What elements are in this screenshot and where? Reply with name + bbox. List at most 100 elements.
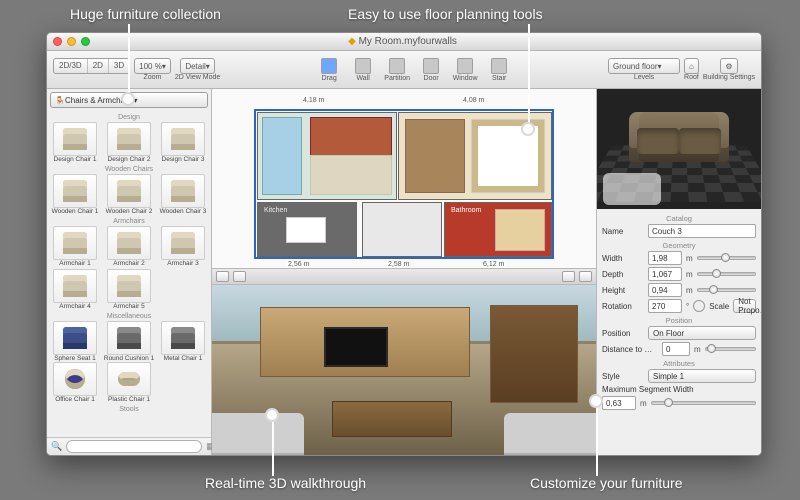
depth-label: Depth bbox=[602, 270, 644, 279]
view-2d3d[interactable]: 2D/3D bbox=[54, 59, 88, 73]
distance-field[interactable]: 0 bbox=[662, 342, 690, 356]
center-area: Kitchen Bathroom 4,18 m 4,08 m 2,56 m 2,… bbox=[212, 89, 596, 455]
library-item[interactable]: Design Chair 1 bbox=[49, 122, 101, 163]
dimension-label: 2,58 m bbox=[387, 261, 410, 268]
object-preview-3d[interactable] bbox=[597, 89, 761, 209]
max-seg-field[interactable]: 0,63 bbox=[602, 396, 636, 410]
furniture-thumb bbox=[107, 362, 151, 396]
library-item[interactable]: Plastic Chair 1 bbox=[103, 362, 155, 403]
library-section-heading: Armchairs bbox=[49, 218, 209, 225]
library-item-label: Plastic Chair 1 bbox=[108, 396, 150, 403]
callout-floorplan: Easy to use floor planning tools bbox=[348, 6, 543, 22]
level-label: Levels bbox=[634, 74, 654, 81]
depth-field[interactable]: 1,067 bbox=[648, 267, 682, 281]
rotation-field[interactable]: 270 bbox=[648, 299, 682, 313]
distance-slider[interactable] bbox=[705, 347, 756, 351]
titlebar[interactable]: ◆ My Room.myfourwalls bbox=[47, 33, 761, 51]
library-item[interactable]: Sphere Seat 1 bbox=[49, 321, 101, 362]
detail-select[interactable]: Detail ▾ bbox=[180, 58, 214, 74]
section-geometry: Geometry bbox=[602, 241, 756, 250]
library-item-label: Wooden Chair 2 bbox=[106, 208, 153, 215]
furniture-thumb bbox=[161, 122, 205, 156]
library-item-label: Office Chair 1 bbox=[55, 396, 95, 403]
library-item-label: Wooden Chair 1 bbox=[52, 208, 99, 215]
plan-tools: Drag Wall Partition Door Window Stair bbox=[315, 58, 513, 82]
roof-button[interactable]: ⌂ bbox=[684, 58, 699, 74]
furniture-thumb bbox=[107, 174, 151, 208]
sun-icon[interactable] bbox=[216, 271, 229, 282]
name-field[interactable]: Couch 3 bbox=[648, 224, 756, 238]
zoom-select[interactable]: 100 % ▾ bbox=[134, 58, 171, 74]
moon-icon[interactable] bbox=[233, 271, 246, 282]
dimension-label: 4,08 m bbox=[462, 97, 485, 104]
fullscreen-icon[interactable] bbox=[579, 271, 592, 282]
scale-select[interactable]: Not Propo… bbox=[733, 299, 756, 313]
width-slider[interactable] bbox=[697, 256, 756, 260]
tool-door[interactable]: Door bbox=[417, 58, 445, 82]
toolbar: 2D/3D 2D 3D 100 % ▾ Zoom Detail ▾ 2D Vie… bbox=[47, 51, 761, 89]
library-item[interactable]: Armchair 2 bbox=[103, 226, 155, 267]
building-settings-button[interactable]: ⚙ bbox=[720, 58, 737, 74]
library-item[interactable]: Wooden Chair 1 bbox=[49, 174, 101, 215]
rotation-dial-icon[interactable] bbox=[693, 300, 705, 312]
callout-furniture: Huge furniture collection bbox=[70, 6, 221, 22]
scale-label: Scale bbox=[709, 302, 729, 311]
library-item[interactable]: Design Chair 3 bbox=[157, 122, 209, 163]
callout-line bbox=[128, 24, 130, 94]
library-scroll[interactable]: DesignDesign Chair 1Design Chair 2Design… bbox=[47, 111, 211, 437]
position-label: Position bbox=[602, 329, 644, 338]
library-item[interactable]: Armchair 1 bbox=[49, 226, 101, 267]
library-item-label: Armchair 2 bbox=[113, 260, 144, 267]
library-item[interactable]: Design Chair 2 bbox=[103, 122, 155, 163]
max-seg-slider[interactable] bbox=[651, 401, 756, 405]
view-mode-segment[interactable]: 2D/3D 2D 3D bbox=[53, 58, 130, 81]
library-item-label: Armchair 3 bbox=[167, 260, 198, 267]
level-select[interactable]: Ground floor ▾ bbox=[608, 58, 680, 74]
dimension-label: 2,56 m bbox=[287, 261, 310, 268]
section-position: Position bbox=[602, 316, 756, 325]
library-item[interactable]: Round Cushion 1 bbox=[103, 321, 155, 362]
library-item[interactable]: Armchair 5 bbox=[103, 269, 155, 310]
view-2d[interactable]: 2D bbox=[88, 59, 109, 73]
furniture-thumb bbox=[53, 174, 97, 208]
split-bar[interactable] bbox=[212, 269, 596, 285]
height-slider[interactable] bbox=[697, 288, 756, 292]
library-item-label: Armchair 5 bbox=[113, 303, 144, 310]
library-item[interactable]: Armchair 4 bbox=[49, 269, 101, 310]
callout-dot bbox=[589, 394, 603, 408]
tool-wall[interactable]: Wall bbox=[349, 58, 377, 82]
callout-dot bbox=[521, 122, 535, 136]
nav-pad[interactable] bbox=[603, 173, 661, 205]
furniture-thumb bbox=[53, 321, 97, 355]
tool-window[interactable]: Window bbox=[451, 58, 479, 82]
close-icon[interactable] bbox=[53, 37, 62, 46]
position-select[interactable]: On Floor bbox=[648, 326, 756, 340]
tool-partition[interactable]: Partition bbox=[383, 58, 411, 82]
library-item[interactable]: Metal Chair 1 bbox=[157, 321, 209, 362]
tool-stair[interactable]: Stair bbox=[485, 58, 513, 82]
width-field[interactable]: 1,98 bbox=[648, 251, 682, 265]
depth-slider[interactable] bbox=[697, 272, 756, 276]
window-controls bbox=[53, 37, 90, 46]
app-window: ◆ My Room.myfourwalls 2D/3D 2D 3D 100 % … bbox=[46, 32, 762, 456]
view-3d[interactable]: 3D bbox=[109, 59, 129, 73]
detail-label: 2D View Mode bbox=[175, 74, 220, 81]
style-select[interactable]: Simple 1 bbox=[648, 369, 756, 383]
library-section-heading: Wooden Chairs bbox=[49, 166, 209, 173]
floor-plan-canvas[interactable]: Kitchen Bathroom 4,18 m 4,08 m 2,56 m 2,… bbox=[212, 89, 596, 269]
tool-drag[interactable]: Drag bbox=[315, 58, 343, 82]
library-item-label: Design Chair 2 bbox=[108, 156, 151, 163]
library-item[interactable]: Wooden Chair 2 bbox=[103, 174, 155, 215]
camera-icon[interactable] bbox=[562, 271, 575, 282]
dimension-label: 6,12 m bbox=[482, 261, 505, 268]
library-item[interactable]: Armchair 3 bbox=[157, 226, 209, 267]
library-item[interactable]: Office Chair 1 bbox=[49, 362, 101, 403]
minimize-icon[interactable] bbox=[67, 37, 76, 46]
library-item[interactable]: Wooden Chair 3 bbox=[157, 174, 209, 215]
furniture-thumb bbox=[107, 122, 151, 156]
3d-walkthrough[interactable] bbox=[212, 285, 596, 455]
height-field[interactable]: 0,94 bbox=[648, 283, 682, 297]
search-input[interactable] bbox=[66, 440, 202, 453]
library-item-label: Wooden Chair 3 bbox=[160, 208, 207, 215]
zoom-icon[interactable] bbox=[81, 37, 90, 46]
